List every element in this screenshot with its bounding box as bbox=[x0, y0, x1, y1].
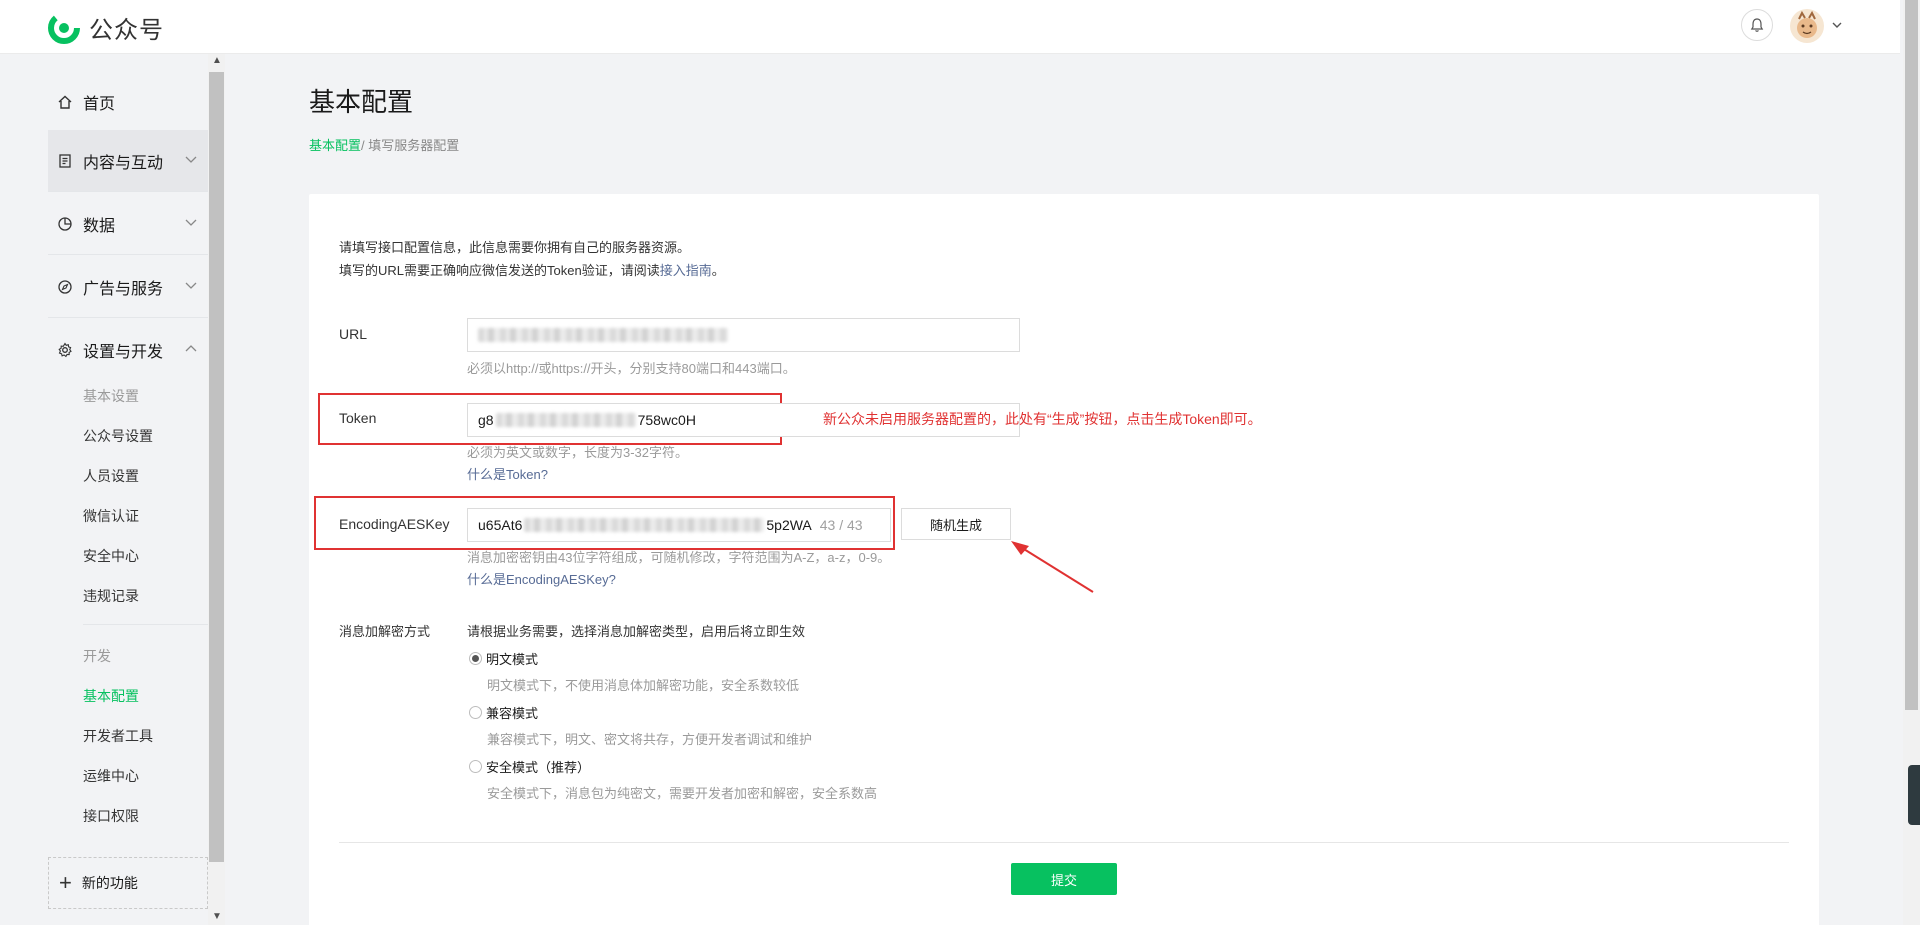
sidebar-item-staff-settings[interactable]: 人员设置 bbox=[83, 466, 139, 486]
sidebar-group-content[interactable]: 内容与互动 bbox=[48, 130, 208, 192]
redacted-value bbox=[524, 518, 765, 532]
sidebar-group-settings[interactable]: 设置与开发 bbox=[48, 319, 208, 381]
submit-button[interactable]: 提交 bbox=[1011, 863, 1117, 895]
radio-label: 安全模式（推荐） bbox=[486, 760, 591, 775]
token-value-start: g8 bbox=[478, 412, 494, 428]
token-label: Token bbox=[339, 410, 377, 426]
logo-text: 公众号 bbox=[89, 17, 164, 44]
sidebar-item-label: 首页 bbox=[83, 96, 116, 113]
chevron-down-icon bbox=[185, 282, 197, 289]
encryption-label: 消息加解密方式 bbox=[339, 624, 431, 639]
page-scrollbar-thumb[interactable] bbox=[1905, 0, 1918, 710]
scroll-down-icon[interactable]: ▼ bbox=[212, 912, 222, 922]
sidebar: 首页 内容与互动 数据 广告与服务 设置与开发 基本设置 公众号设置 人员设置 … bbox=[48, 54, 208, 925]
home-icon bbox=[56, 93, 74, 111]
chevron-up-icon bbox=[185, 345, 197, 352]
sidebar-group-ads[interactable]: 广告与服务 bbox=[48, 256, 208, 318]
sidebar-divider bbox=[83, 624, 208, 625]
compass-icon bbox=[56, 278, 74, 296]
chevron-down-icon bbox=[185, 219, 197, 226]
sidebar-group-label: 数据 bbox=[83, 217, 116, 235]
url-hint: 必须以http://或https://开头，分别支持80端口和443端口。 bbox=[467, 361, 796, 376]
radio-description: 明文模式下，不使用消息体加解密功能，安全系数较低 bbox=[487, 678, 800, 693]
bell-icon[interactable] bbox=[1741, 9, 1773, 41]
pie-chart-icon bbox=[56, 215, 74, 233]
chevron-down-icon bbox=[185, 156, 197, 163]
sidebar-group-data[interactable]: 数据 bbox=[48, 193, 208, 255]
radio-secure-mode[interactable]: 安全模式（推荐） bbox=[469, 757, 590, 776]
breadcrumb: 基本配置/ 填写服务器配置 bbox=[309, 135, 459, 154]
sidebar-item-dev-tools[interactable]: 开发者工具 bbox=[83, 726, 153, 746]
sidebar-item-home[interactable]: 首页 bbox=[48, 74, 208, 130]
sidebar-scrollbar-thumb[interactable] bbox=[209, 72, 224, 862]
annotation-text: 新公众未启用服务器配置的，此处有“生成”按钮，点击生成Token即可。 bbox=[823, 411, 1262, 427]
intro-line-2-suffix: 。 bbox=[711, 263, 725, 278]
sidebar-item-violations[interactable]: 违规记录 bbox=[83, 586, 139, 606]
plus-icon: + bbox=[59, 870, 72, 895]
redacted-value bbox=[478, 328, 728, 342]
aes-hint: 消息加密密钥由43位字符组成，可随机修改，字符范围为A-Z，a-z，0-9。 bbox=[467, 550, 891, 565]
token-help-link[interactable]: 什么是Token? bbox=[467, 464, 548, 483]
random-generate-button[interactable]: 随机生成 bbox=[901, 508, 1011, 540]
intro-line-2-prefix: 填写的URL需要正确响应微信发送的Token验证，请阅读 bbox=[339, 263, 660, 278]
radio-description: 兼容模式下，明文、密文将共存，方便开发者调试和维护 bbox=[487, 732, 813, 747]
scroll-up-icon[interactable]: ▲ bbox=[212, 56, 222, 66]
radio-button-checked[interactable] bbox=[469, 652, 482, 665]
sidebar-item-ops-center[interactable]: 运维中心 bbox=[83, 766, 139, 786]
sidebar-item-verification[interactable]: 微信认证 bbox=[83, 506, 139, 526]
radio-button[interactable] bbox=[469, 760, 482, 773]
aes-value-end: 5p2WA bbox=[766, 517, 812, 533]
gear-icon bbox=[56, 341, 74, 359]
logo[interactable]: 公众号 bbox=[47, 10, 164, 45]
guide-link[interactable]: 接入指南 bbox=[660, 263, 712, 278]
sidebar-item-account-settings[interactable]: 公众号设置 bbox=[83, 426, 153, 446]
document-icon bbox=[56, 152, 74, 170]
intro-text: 请填写接口配置信息，此信息需要你拥有自己的服务器资源。 填写的URL需要正确响应… bbox=[339, 236, 725, 282]
radio-button[interactable] bbox=[469, 706, 482, 719]
new-feature-label: 新的功能 bbox=[81, 875, 138, 891]
aes-input[interactable]: u65At6 5p2WA 43 / 43 bbox=[467, 508, 891, 542]
url-label: URL bbox=[339, 326, 368, 342]
breadcrumb-current: 填写服务器配置 bbox=[364, 138, 460, 153]
sidebar-group-label: 设置与开发 bbox=[83, 344, 164, 361]
token-value-end: 758wc0H bbox=[637, 412, 696, 428]
sidebar-group-label: 内容与互动 bbox=[83, 154, 164, 172]
radio-plaintext-mode[interactable]: 明文模式 bbox=[469, 649, 538, 668]
logo-icon bbox=[48, 11, 80, 44]
chevron-down-icon[interactable] bbox=[1831, 20, 1843, 30]
token-hint: 必须为英文或数字，长度为3-32字符。 bbox=[467, 445, 689, 460]
aes-char-counter: 43 / 43 bbox=[819, 517, 863, 533]
redacted-value bbox=[495, 413, 636, 427]
radio-compatible-mode[interactable]: 兼容模式 bbox=[469, 703, 538, 722]
aes-help-link[interactable]: 什么是EncodingAESKey? bbox=[467, 569, 616, 588]
encryption-intro: 请根据业务需要，选择消息加解密类型，启用后将立即生效 bbox=[467, 624, 806, 639]
sidebar-item-basic-settings[interactable]: 基本设置 bbox=[83, 386, 139, 406]
radio-label: 兼容模式 bbox=[486, 706, 539, 721]
form-divider bbox=[339, 842, 1789, 843]
page-title: 基本配置 bbox=[309, 87, 414, 117]
aes-value-start: u65At6 bbox=[478, 517, 523, 533]
intro-line-1: 请填写接口配置信息，此信息需要你拥有自己的服务器资源。 bbox=[339, 240, 691, 255]
arrow-annotation-icon bbox=[1011, 541, 1094, 593]
radio-label: 明文模式 bbox=[486, 652, 539, 667]
avatar[interactable] bbox=[1790, 9, 1824, 43]
sidebar-item-api-permissions[interactable]: 接口权限 bbox=[83, 806, 139, 826]
url-input[interactable] bbox=[467, 318, 1020, 352]
new-feature-button[interactable]: + 新的功能 bbox=[48, 857, 208, 909]
aes-label: EncodingAESKey bbox=[339, 516, 450, 532]
radio-description: 安全模式下，消息包为纯密文，需要开发者加密和解密，安全系数高 bbox=[487, 786, 878, 801]
sidebar-group-label: 广告与服务 bbox=[83, 280, 164, 298]
top-bar: 公众号 bbox=[0, 0, 1900, 54]
floating-side-tab[interactable] bbox=[1908, 765, 1920, 825]
sidebar-item-basic-config[interactable]: 基本配置 bbox=[83, 686, 139, 706]
breadcrumb-link[interactable]: 基本配置 bbox=[309, 138, 361, 153]
intro-line-2: 填写的URL需要正确响应微信发送的Token验证，请阅读接入指南。 bbox=[339, 259, 725, 282]
sidebar-heading-dev: 开发 bbox=[83, 648, 111, 664]
sidebar-item-security[interactable]: 安全中心 bbox=[83, 546, 139, 566]
